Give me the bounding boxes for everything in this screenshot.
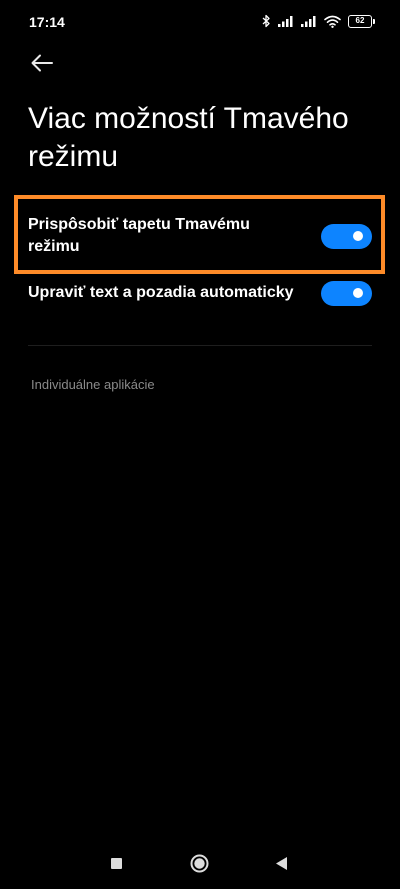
toggle-knob [353, 288, 363, 298]
status-bar: 17:14 62 [0, 0, 400, 40]
arrow-left-icon [31, 54, 53, 72]
toggle-switch[interactable] [321, 280, 372, 306]
wifi-icon [324, 15, 341, 28]
signal-icon [278, 16, 293, 27]
back-button[interactable] [28, 50, 58, 76]
setting-auto-adjust-text[interactable]: Upraviť text a pozadia automaticky [28, 278, 372, 308]
navigation-bar [0, 845, 400, 885]
divider [28, 345, 372, 346]
toggle-knob [353, 231, 363, 241]
setting-label: Upraviť text a pozadia automaticky [28, 284, 294, 301]
battery-level: 62 [355, 16, 365, 25]
square-icon[interactable] [111, 858, 122, 869]
signal-icon [301, 16, 316, 27]
triangle-back-icon[interactable] [275, 856, 288, 871]
section-header-individual-apps: Individuálne aplikácie [31, 377, 155, 392]
battery-icon: 62 [348, 14, 375, 28]
setting-adapt-wallpaper[interactable]: Prispôsobiť tapetu Tmavému režimu [28, 211, 372, 261]
toggle-switch[interactable] [321, 223, 372, 249]
page-title: Viac možností Tmavého režimu [28, 102, 349, 173]
status-icons: 62 [262, 13, 375, 29]
status-time: 17:14 [29, 14, 65, 30]
setting-label: Prispôsobiť tapetu Tmavému režimu [28, 216, 250, 255]
bluetooth-icon [262, 14, 270, 28]
circle-icon[interactable] [190, 854, 209, 873]
